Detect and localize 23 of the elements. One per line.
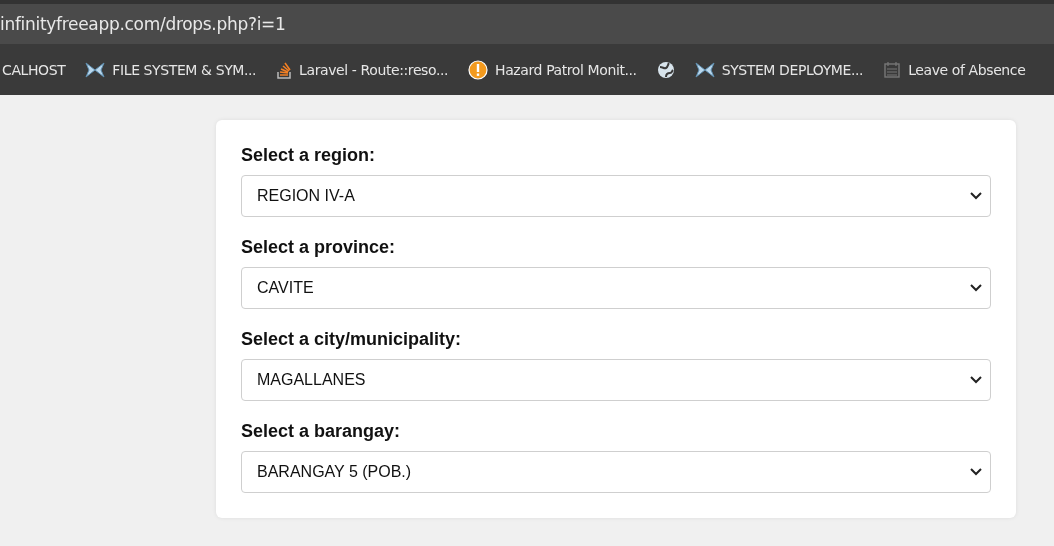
bookmark-link[interactable]: SYSTEM DEPLOYME... — [684, 60, 874, 79]
bookmark-link[interactable]: Leave of Absence — [873, 60, 1036, 79]
calendar-icon — [883, 60, 902, 79]
chevron-icon — [970, 468, 982, 476]
stack-icon — [276, 60, 293, 79]
select-field[interactable]: BARANGAY 5 (POB.) — [241, 451, 991, 493]
chevron-icon — [970, 192, 982, 200]
bookmark-link[interactable]: Laravel - Route::reso... — [266, 60, 459, 79]
select-field[interactable]: REGION IV-A — [241, 175, 991, 217]
field-label: Select a city/municipality: — [241, 329, 463, 350]
url-text[interactable]: infinityfreeapp.com/drops.php?i=1 — [0, 14, 286, 34]
field-label: Select a barangay: — [241, 421, 402, 442]
chevron-icon — [970, 284, 982, 292]
field-label: Select a province: — [241, 237, 397, 258]
bookmark-link[interactable]: FILE SYSTEM & SYM... — [75, 60, 267, 79]
field-label: Select a region: — [241, 145, 377, 166]
bookmark-link[interactable]: CALHOST — [0, 61, 76, 78]
select-field[interactable]: MAGALLANES — [241, 359, 991, 401]
bookmark-link[interactable]: Hazard Patrol Monit... — [458, 59, 647, 80]
globe-icon[interactable] — [656, 60, 675, 79]
select-field[interactable]: CAVITE — [241, 267, 991, 309]
alert-icon — [468, 59, 489, 80]
chevron-icon — [970, 376, 982, 384]
